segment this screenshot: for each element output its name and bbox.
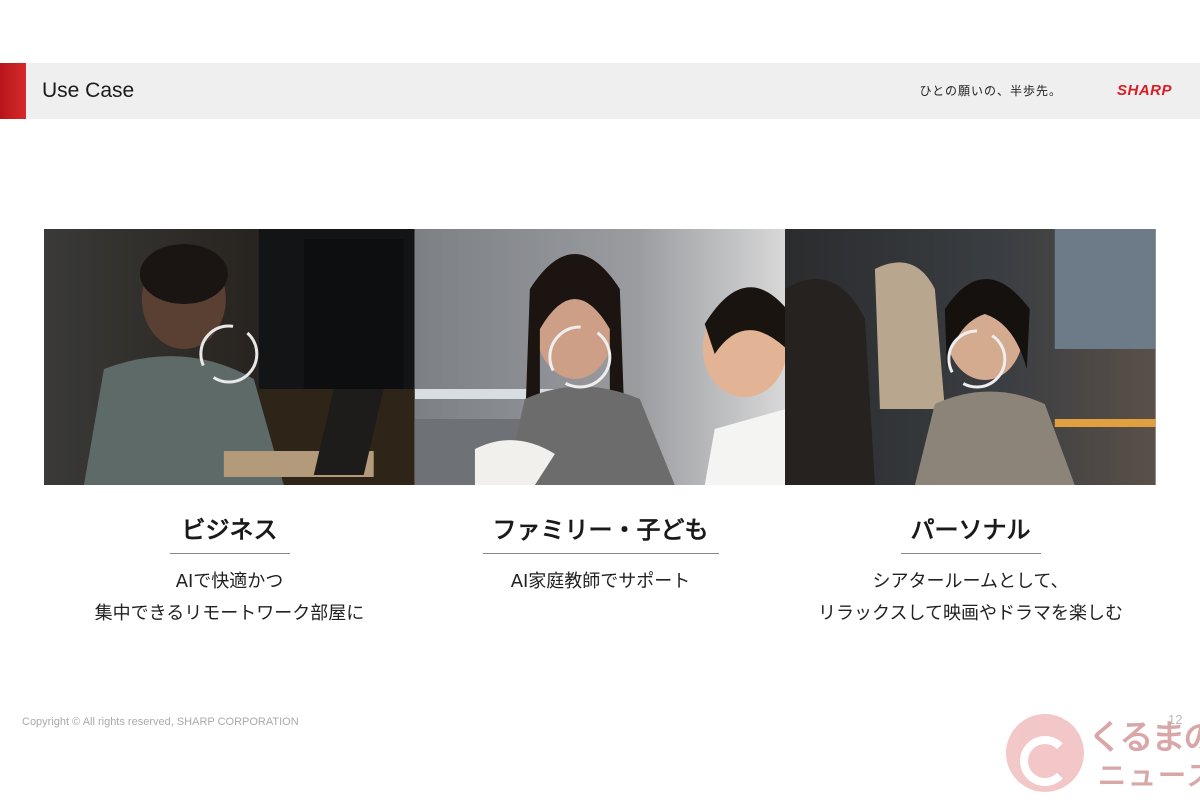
use-case-business: ビジネス AIで快適かつ 集中できるリモートワーク部屋に (44, 510, 415, 630)
use-case-title: ファミリー・子ども (482, 510, 719, 554)
use-case-title: パーソナル (900, 510, 1041, 554)
use-case-personal: パーソナル シアタールームとして、 リラックスして映画やドラマを楽しむ (785, 510, 1156, 630)
use-case-description: AI家庭教師でサポート (415, 566, 786, 598)
use-case-photo-strip (44, 229, 1157, 485)
watermark-arrow-icon (1020, 736, 1070, 786)
site-watermark: くるまの ニュース (1006, 706, 1200, 796)
use-case-description: シアタールームとして、 リラックスして映画やドラマを楽しむ (785, 566, 1156, 630)
watermark-text-line1: くるまの (1088, 718, 1200, 758)
use-case-description: AIで快適かつ 集中できるリモートワーク部屋に (44, 566, 415, 630)
description-line: AIで快適かつ (175, 571, 284, 592)
photo-business (44, 229, 415, 485)
header-bar: Use Case ひとの願いの、半歩先。 SHARP (0, 63, 1200, 119)
photo-family (414, 229, 786, 485)
use-case-family: ファミリー・子ども AI家庭教師でサポート (415, 510, 786, 598)
description-line: リラックスして映画やドラマを楽しむ (818, 603, 1123, 624)
watermark-text-line2: ニュース (1098, 759, 1200, 792)
description-line: AI家庭教師でサポート (510, 571, 691, 592)
page-title: Use Case (42, 79, 135, 102)
watermark-logo-icon (1006, 714, 1084, 792)
brand-tagline: ひとの願いの、半歩先。 (919, 84, 1062, 98)
brand-logo: SHARP (1116, 82, 1172, 99)
copyright-notice: Copyright © All rights reserved, SHARP C… (22, 716, 299, 728)
use-case-title: ビジネス (169, 510, 290, 554)
description-line: 集中できるリモートワーク部屋に (94, 603, 365, 624)
photo-personal (785, 229, 1157, 485)
header-accent-block (0, 63, 26, 119)
description-line: シアタールームとして、 (872, 571, 1069, 592)
